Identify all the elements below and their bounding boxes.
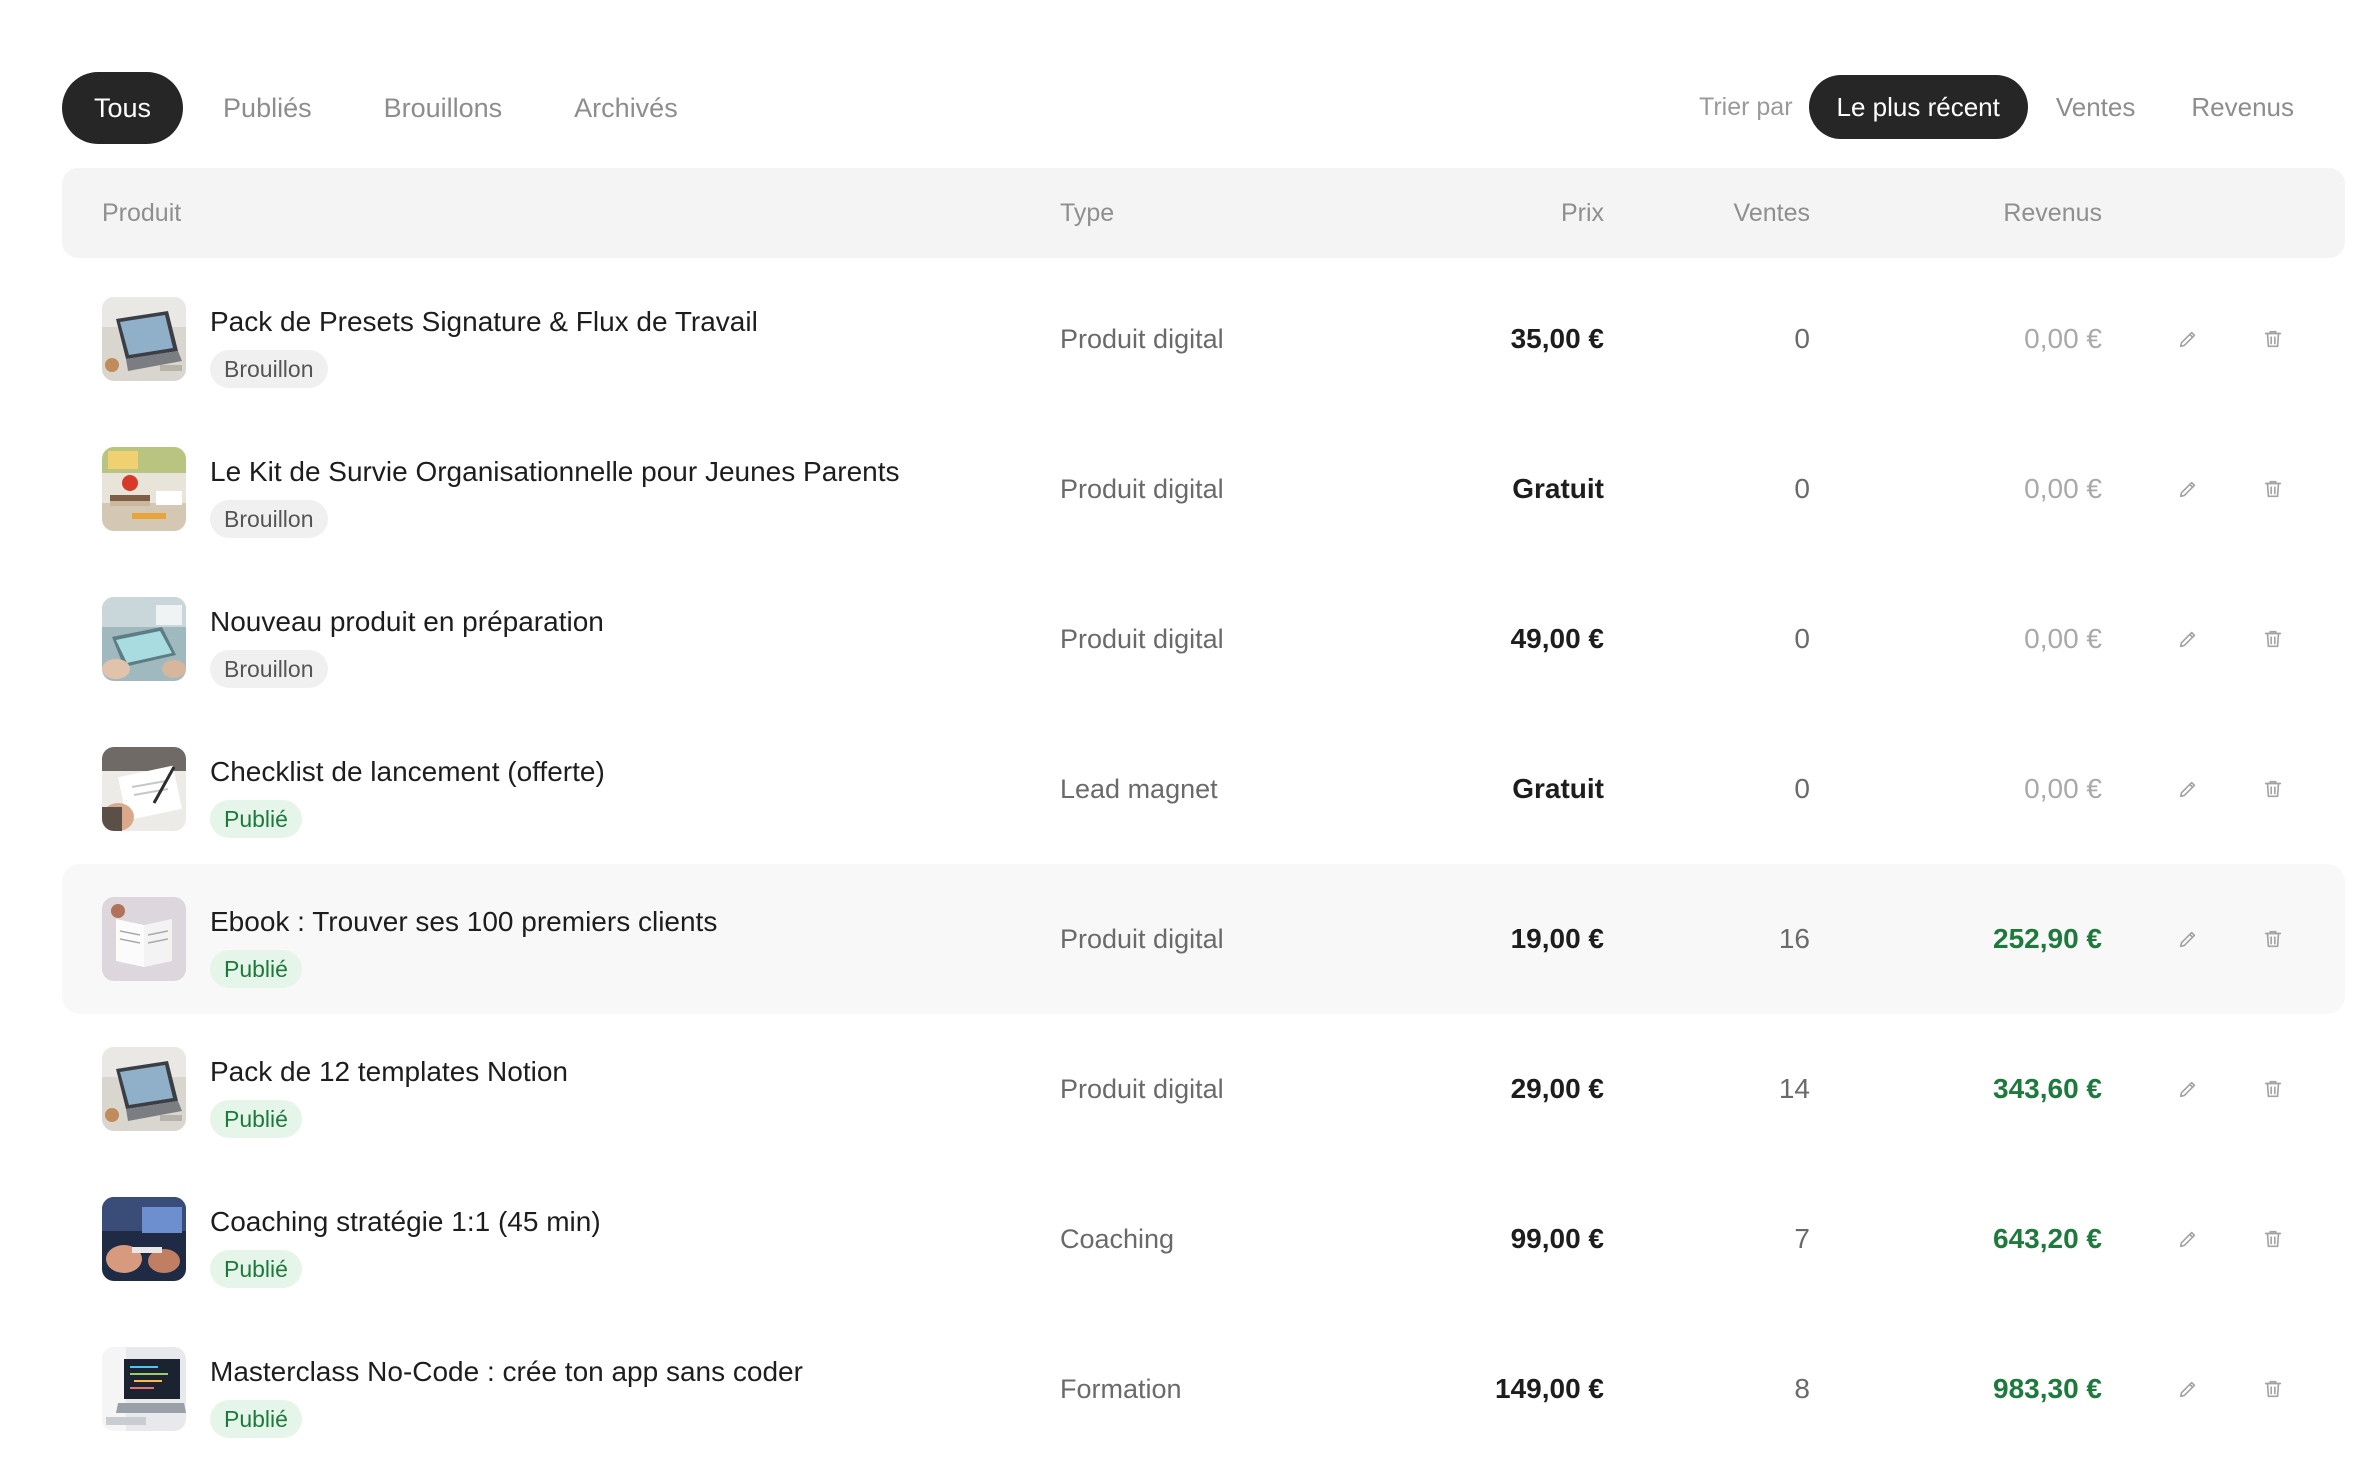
status-badge: Publié bbox=[210, 1100, 302, 1138]
table-row[interactable]: Masterclass No-Code : crée ton app sans … bbox=[62, 1314, 2345, 1464]
pencil-icon[interactable] bbox=[2171, 922, 2205, 956]
pencil-icon[interactable] bbox=[2171, 772, 2205, 806]
trash-icon[interactable] bbox=[2256, 322, 2290, 356]
product-revenue: 0,00 € bbox=[2024, 773, 2102, 804]
product-thumbnail bbox=[102, 1197, 186, 1281]
table-row[interactable]: Nouveau produit en préparation Brouillon P… bbox=[62, 564, 2345, 714]
product-sales: 7 bbox=[1794, 1223, 1810, 1254]
sort-option-revenue[interactable]: Revenus bbox=[2163, 75, 2322, 139]
product-name[interactable]: Pack de 12 templates Notion bbox=[210, 1056, 568, 1088]
pencil-icon[interactable] bbox=[2171, 1372, 2205, 1406]
product-sales: 16 bbox=[1778, 923, 1810, 954]
table-row[interactable]: Checklist de lancement (offerte) Publié Le… bbox=[62, 714, 2345, 864]
product-type: Produit digital bbox=[1060, 1074, 1224, 1104]
status-badge: Publié bbox=[210, 950, 302, 988]
product-name[interactable]: Nouveau produit en préparation bbox=[210, 606, 604, 638]
product-thumbnail bbox=[102, 597, 186, 681]
product-sales: 0 bbox=[1794, 473, 1810, 504]
sort-control: Trier par Le plus récent Ventes Revenus bbox=[1699, 75, 2322, 139]
product-type: Formation bbox=[1060, 1374, 1182, 1404]
pencil-icon[interactable] bbox=[2171, 322, 2205, 356]
product-type: Produit digital bbox=[1060, 624, 1224, 654]
product-revenue: 643,20 € bbox=[1993, 1223, 2102, 1254]
product-name[interactable]: Checklist de lancement (offerte) bbox=[210, 756, 605, 788]
pencil-icon[interactable] bbox=[2171, 622, 2205, 656]
product-type: Lead magnet bbox=[1060, 774, 1218, 804]
trash-icon[interactable] bbox=[2256, 1222, 2290, 1256]
trash-icon[interactable] bbox=[2256, 922, 2290, 956]
status-badge: Publié bbox=[210, 1250, 302, 1288]
product-price: 19,00 € bbox=[1510, 923, 1604, 954]
pencil-icon[interactable] bbox=[2171, 1072, 2205, 1106]
status-badge: Brouillon bbox=[210, 500, 328, 538]
table-row[interactable]: Pack de Presets Signature & Flux de Trav… bbox=[62, 264, 2345, 414]
trash-icon[interactable] bbox=[2256, 1072, 2290, 1106]
column-header-sales[interactable]: Ventes bbox=[1734, 168, 1810, 258]
column-header-product[interactable]: Produit bbox=[102, 168, 181, 258]
trash-icon[interactable] bbox=[2256, 622, 2290, 656]
product-thumbnail bbox=[102, 1347, 186, 1431]
sort-option-sales[interactable]: Ventes bbox=[2028, 75, 2164, 139]
product-type: Produit digital bbox=[1060, 474, 1224, 504]
product-type: Produit digital bbox=[1060, 924, 1224, 954]
status-badge: Publié bbox=[210, 1400, 302, 1438]
product-sales: 0 bbox=[1794, 773, 1810, 804]
product-name[interactable]: Ebook : Trouver ses 100 premiers clients bbox=[210, 906, 717, 938]
product-price: 149,00 € bbox=[1495, 1373, 1604, 1404]
trash-icon[interactable] bbox=[2256, 772, 2290, 806]
table-row[interactable]: Ebook : Trouver ses 100 premiers clients… bbox=[62, 864, 2345, 1014]
products-table: Produit Type Prix Ventes Revenus Pack de… bbox=[62, 168, 2345, 1464]
table-row[interactable]: Coaching stratégie 1:1 (45 min) Publié Coa… bbox=[62, 1164, 2345, 1314]
status-filter-tabs: Tous Publiés Brouillons Archivés bbox=[62, 72, 718, 144]
column-header-revenue[interactable]: Revenus bbox=[2003, 168, 2102, 258]
status-badge: Publié bbox=[210, 800, 302, 838]
trash-icon[interactable] bbox=[2256, 472, 2290, 506]
product-revenue: 0,00 € bbox=[2024, 323, 2102, 354]
sort-label: Trier par bbox=[1699, 92, 1793, 121]
table-row[interactable]: Le Kit de Survie Organisationnelle pour … bbox=[62, 414, 2345, 564]
product-thumbnail bbox=[102, 897, 186, 981]
product-price: 29,00 € bbox=[1510, 1073, 1604, 1104]
product-thumbnail bbox=[102, 1047, 186, 1131]
product-price: 35,00 € bbox=[1510, 323, 1604, 354]
status-badge: Brouillon bbox=[210, 350, 328, 388]
product-revenue: 343,60 € bbox=[1993, 1073, 2102, 1104]
product-price: 49,00 € bbox=[1510, 623, 1604, 654]
product-sales: 14 bbox=[1778, 1073, 1810, 1104]
table-row[interactable]: Pack de 12 templates Notion Publié Produit… bbox=[62, 1014, 2345, 1164]
product-name[interactable]: Pack de Presets Signature & Flux de Trav… bbox=[210, 306, 758, 338]
product-name[interactable]: Coaching stratégie 1:1 (45 min) bbox=[210, 1206, 601, 1238]
tab-published[interactable]: Publiés bbox=[191, 72, 344, 144]
column-header-price[interactable]: Prix bbox=[1561, 168, 1604, 258]
product-revenue: 983,30 € bbox=[1993, 1373, 2102, 1404]
truncated-subtitle bbox=[62, 0, 762, 2]
status-badge: Brouillon bbox=[210, 650, 328, 688]
trash-icon[interactable] bbox=[2256, 1372, 2290, 1406]
product-price: 99,00 € bbox=[1510, 1223, 1604, 1254]
pencil-icon[interactable] bbox=[2171, 472, 2205, 506]
product-type: Coaching bbox=[1060, 1224, 1175, 1254]
product-price: Gratuit bbox=[1512, 473, 1604, 504]
table-body: Pack de Presets Signature & Flux de Trav… bbox=[62, 264, 2345, 1464]
product-thumbnail bbox=[102, 297, 186, 381]
product-revenue: 252,90 € bbox=[1993, 923, 2102, 954]
product-sales: 0 bbox=[1794, 323, 1810, 354]
product-price: Gratuit bbox=[1512, 773, 1604, 804]
column-header-type[interactable]: Type bbox=[1060, 168, 1114, 258]
product-revenue: 0,00 € bbox=[2024, 473, 2102, 504]
product-thumbnail bbox=[102, 447, 186, 531]
tab-all[interactable]: Tous bbox=[62, 72, 184, 144]
product-name[interactable]: Masterclass No-Code : crée ton app sans … bbox=[210, 1356, 803, 1388]
tab-drafts[interactable]: Brouillons bbox=[352, 72, 535, 144]
tab-archived[interactable]: Archivés bbox=[542, 72, 710, 144]
pencil-icon[interactable] bbox=[2171, 1222, 2205, 1256]
product-type: Produit digital bbox=[1060, 324, 1224, 354]
product-sales: 0 bbox=[1794, 623, 1810, 654]
product-name[interactable]: Le Kit de Survie Organisationnelle pour … bbox=[210, 456, 900, 488]
sort-option-recent[interactable]: Le plus récent bbox=[1808, 75, 2028, 139]
table-header: Produit Type Prix Ventes Revenus bbox=[62, 168, 2345, 258]
product-thumbnail bbox=[102, 747, 186, 831]
product-sales: 8 bbox=[1794, 1373, 1810, 1404]
product-revenue: 0,00 € bbox=[2024, 623, 2102, 654]
